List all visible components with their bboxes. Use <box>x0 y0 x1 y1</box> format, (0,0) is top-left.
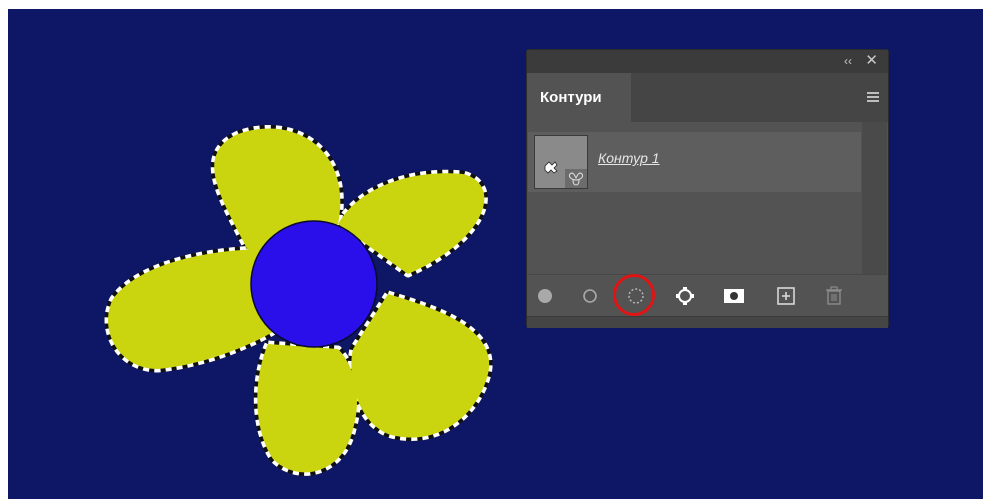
panel-resize-handle[interactable] <box>527 316 888 328</box>
path-thumbnail-shape-icon <box>544 161 558 174</box>
path-thumbnail <box>534 135 588 189</box>
panel-titlebar[interactable]: ‹‹ ✕ <box>527 50 888 73</box>
highlight-ring <box>613 274 655 316</box>
tab-paths[interactable]: Контури <box>527 73 631 122</box>
paths-list: Контур 1 <box>528 122 861 274</box>
path-row[interactable]: Контур 1 <box>528 132 861 192</box>
close-icon[interactable]: ✕ <box>865 53 878 69</box>
make-work-path-icon[interactable] <box>672 283 698 309</box>
double-chevron-left-icon[interactable]: ‹‹ <box>844 53 852 69</box>
delete-path-icon[interactable] <box>821 283 847 309</box>
paths-panel: ‹‹ ✕ Контури Контур 1 <box>526 49 889 328</box>
create-new-path-icon[interactable] <box>773 283 799 309</box>
add-mask-icon[interactable] <box>721 283 747 309</box>
stroke-path-icon[interactable] <box>577 283 603 309</box>
panel-tabbar: Контури <box>527 73 888 122</box>
fill-path-icon[interactable] <box>532 283 558 309</box>
paths-toolbar <box>528 274 887 317</box>
hamburger-menu-icon[interactable] <box>867 92 879 102</box>
flower-center <box>250 220 378 348</box>
paths-list-scrollbar[interactable] <box>862 122 887 274</box>
path-label[interactable]: Контур 1 <box>598 150 660 166</box>
layer-mask-link-icon <box>565 169 587 188</box>
